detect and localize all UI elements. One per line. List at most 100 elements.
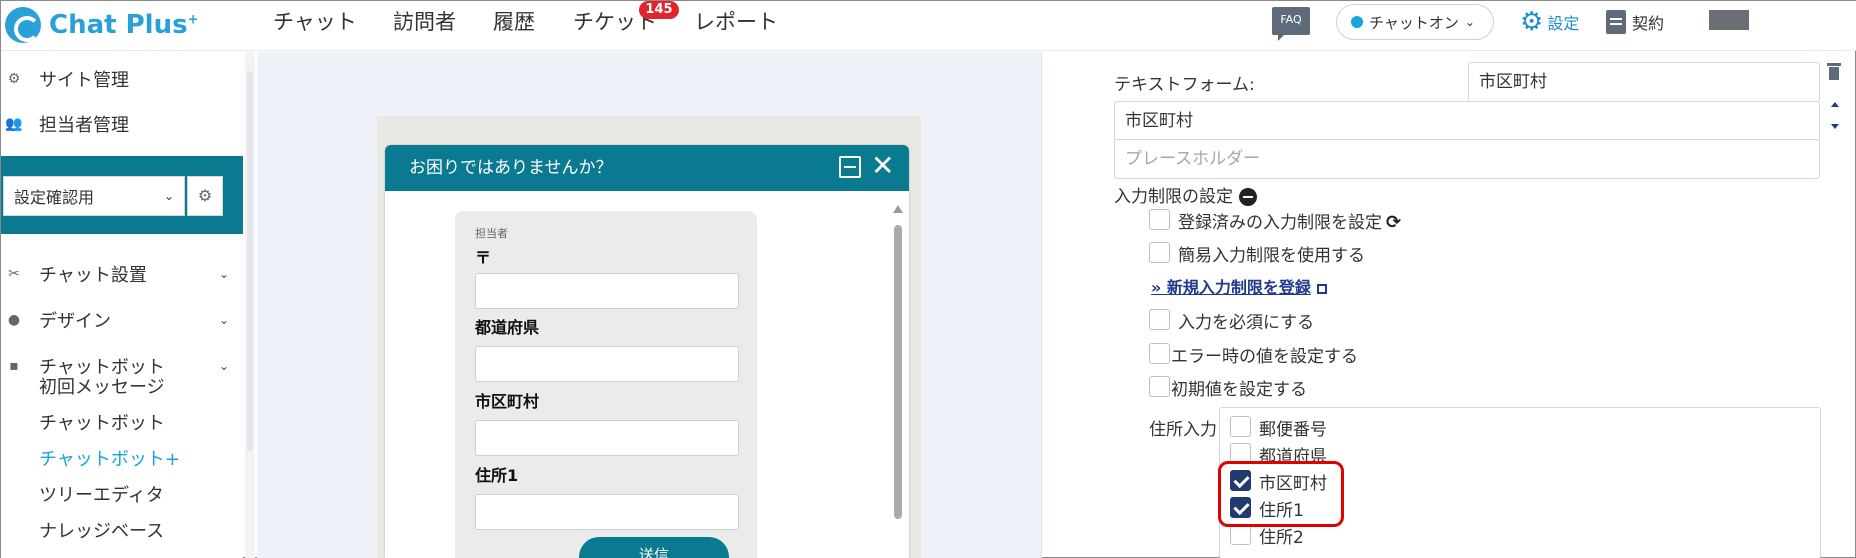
checkbox-error-value[interactable] (1149, 343, 1170, 364)
logo-icon (5, 7, 41, 43)
sidebar-item-site-admin[interactable]: ⚙ サイト管理 (1, 59, 243, 99)
settings-label: 設定 (1547, 14, 1580, 33)
close-icon[interactable]: ✕ (871, 150, 894, 182)
address-input-label: 住所入力 (1149, 420, 1217, 440)
registered-restriction-label: 登録済みの入力制限を設定 ⟳ (1178, 208, 1401, 233)
logo[interactable]: Chat Plus+ (5, 5, 198, 45)
sidebar-item-label: デザイン (39, 311, 111, 332)
widget-scrollbar-thumb[interactable] (894, 225, 902, 519)
nav-chat[interactable]: チャット (273, 1, 357, 41)
sidebar-item-label: チャット設置 (39, 265, 147, 286)
settings-link[interactable]: ⚙ 設定 (1520, 7, 1579, 37)
sidebar-item-label: サイト管理 (39, 70, 129, 91)
faq-button[interactable]: FAQ (1272, 7, 1310, 41)
collapse-minus-icon[interactable] (1239, 188, 1257, 206)
sidebar-subitem-knowledge-base[interactable]: ナレッジベース (39, 517, 164, 543)
text-form-name-input[interactable]: 市区町村 (1468, 62, 1820, 102)
sidebar-item-label: 担当者管理 (39, 115, 129, 136)
postal-code-input[interactable] (475, 273, 739, 309)
contract-label: 契約 (1632, 14, 1665, 33)
chevron-down-icon: ⌄ (218, 267, 229, 281)
sidebar: ⚙ サイト管理 👥 担当者管理 設定確認用 ⌄ ⚙ ✂ チャット設置 ⌄ ● デ… (1, 52, 243, 558)
site-select-panel: 設定確認用 ⌄ ⚙ (1, 156, 243, 234)
nav-history[interactable]: 履歴 (493, 1, 535, 41)
scroll-up-arrow-icon[interactable] (893, 205, 903, 213)
widget-title: お困りではありませんか？ (409, 158, 613, 178)
refresh-icon[interactable]: ⟳ (1386, 212, 1401, 233)
move-down-arrow-icon[interactable] (1831, 124, 1839, 129)
sidebar-item-staff-admin[interactable]: 👥 担当者管理 (1, 104, 243, 144)
initial-value-label: 初期値を設定する (1171, 380, 1307, 400)
field-label-prefecture: 都道府県 (475, 318, 540, 337)
checkbox-required[interactable] (1149, 309, 1170, 330)
status-dot-icon (1351, 16, 1363, 28)
widget-scrollbar[interactable] (893, 205, 903, 558)
new-restriction-link-label: » 新規入力制限を登録 (1151, 278, 1311, 297)
highlight-annotation-box (1218, 461, 1344, 527)
address-option-postal-code: 郵便番号 (1259, 420, 1327, 440)
agent-label: 担当者 (475, 227, 508, 240)
site-select-value: 設定確認用 (14, 188, 95, 207)
simple-restriction-label: 簡易入力制限を使用する (1178, 246, 1365, 266)
site-settings-gear-icon[interactable]: ⚙ (187, 176, 223, 216)
contract-link[interactable]: 契約 (1606, 7, 1664, 37)
input-restriction-heading: 入力制限の設定 (1114, 182, 1257, 207)
input-restriction-label: 入力制限の設定 (1114, 187, 1233, 207)
sidebar-subitem-tree-editor[interactable]: ツリーエディタ (39, 481, 164, 507)
sidebar-subitem-initial-message[interactable]: 初回メッセージ (39, 373, 165, 399)
chevron-down-icon: ⌄ (218, 359, 229, 373)
logo-text: Chat Plus (49, 10, 188, 40)
chevron-down-icon: ⌄ (218, 313, 229, 327)
users-icon: 👥 (5, 116, 23, 132)
placeholder-input[interactable]: プレースホルダー (1114, 139, 1820, 179)
prefecture-input[interactable] (475, 346, 739, 382)
sidebar-subitem-chatbot-plus[interactable]: チャットボット+ (39, 445, 180, 471)
site-select-dropdown[interactable]: 設定確認用 ⌄ (3, 176, 185, 216)
sidebar-item-design[interactable]: ● デザイン ⌄ (1, 300, 243, 340)
text-form-label: テキストフォーム: (1114, 75, 1255, 95)
field-label-address1: 住所1 (475, 466, 519, 485)
new-restriction-link[interactable]: » 新規入力制限を登録 (1151, 274, 1327, 298)
panel-divider (1041, 52, 1042, 558)
chat-status-toggle[interactable]: チャットオン ⌄ (1336, 4, 1494, 40)
chat-widget-preview: お困りではありませんか？ ✕ 担当者 〒 都道府県 市区町村 住所1 送信 (385, 145, 909, 558)
external-link-icon (1316, 283, 1327, 294)
checkbox-registered-restriction[interactable] (1149, 209, 1170, 230)
checkbox-initial-value[interactable] (1149, 376, 1170, 397)
document-icon (1606, 10, 1626, 34)
move-up-arrow-icon[interactable] (1831, 102, 1839, 107)
nav-visitors[interactable]: 訪問者 (393, 1, 456, 41)
address1-input[interactable] (475, 494, 739, 530)
logo-plus: + (187, 12, 199, 28)
checkbox-address2[interactable] (1230, 524, 1251, 545)
field-label-input[interactable]: 市区町村 (1114, 101, 1820, 141)
city-input[interactable] (475, 420, 739, 456)
field-label-postal: 〒 (475, 248, 492, 267)
user-menu[interactable] (1709, 10, 1749, 30)
ticket-count-badge: 145 (639, 1, 679, 19)
palette-icon: ● (7, 312, 21, 328)
field-label-city: 市区町村 (475, 392, 540, 411)
trash-icon[interactable] (1827, 63, 1841, 81)
checkbox-postal-code[interactable] (1230, 416, 1251, 437)
chat-bubble-icon: ▪ (9, 358, 19, 374)
chevron-down-icon: ⌄ (163, 189, 174, 203)
widget-header: お困りではありませんか？ (385, 145, 909, 191)
minimize-icon[interactable] (839, 156, 861, 178)
sidebar-item-chat-setup[interactable]: ✂ チャット設置 ⌄ (1, 254, 243, 294)
form-card: 担当者 〒 都道府県 市区町村 住所1 (455, 211, 757, 558)
nav-reports[interactable]: レポート (694, 1, 778, 41)
sidebar-subitem-chatbot[interactable]: チャットボット (39, 409, 165, 435)
required-label: 入力を必須にする (1178, 313, 1315, 333)
chat-status-label: チャットオン (1369, 13, 1459, 32)
gear-icon: ⚙ (1520, 7, 1544, 37)
sidebar-scrollbar-thumb[interactable] (247, 71, 253, 451)
error-value-label: エラー時の値を設定する (1171, 347, 1358, 367)
option-label: 登録済みの入力制限を設定 (1178, 213, 1382, 233)
tools-icon: ✂ (8, 266, 20, 282)
chevron-down-icon: ⌄ (1464, 15, 1475, 29)
send-button[interactable]: 送信 (579, 537, 729, 558)
top-bar: Chat Plus+ チャット 訪問者 履歴 チケット 145 レポート FAQ… (1, 1, 1856, 51)
gear-icon: ⚙ (7, 71, 21, 87)
checkbox-simple-restriction[interactable] (1149, 242, 1170, 263)
